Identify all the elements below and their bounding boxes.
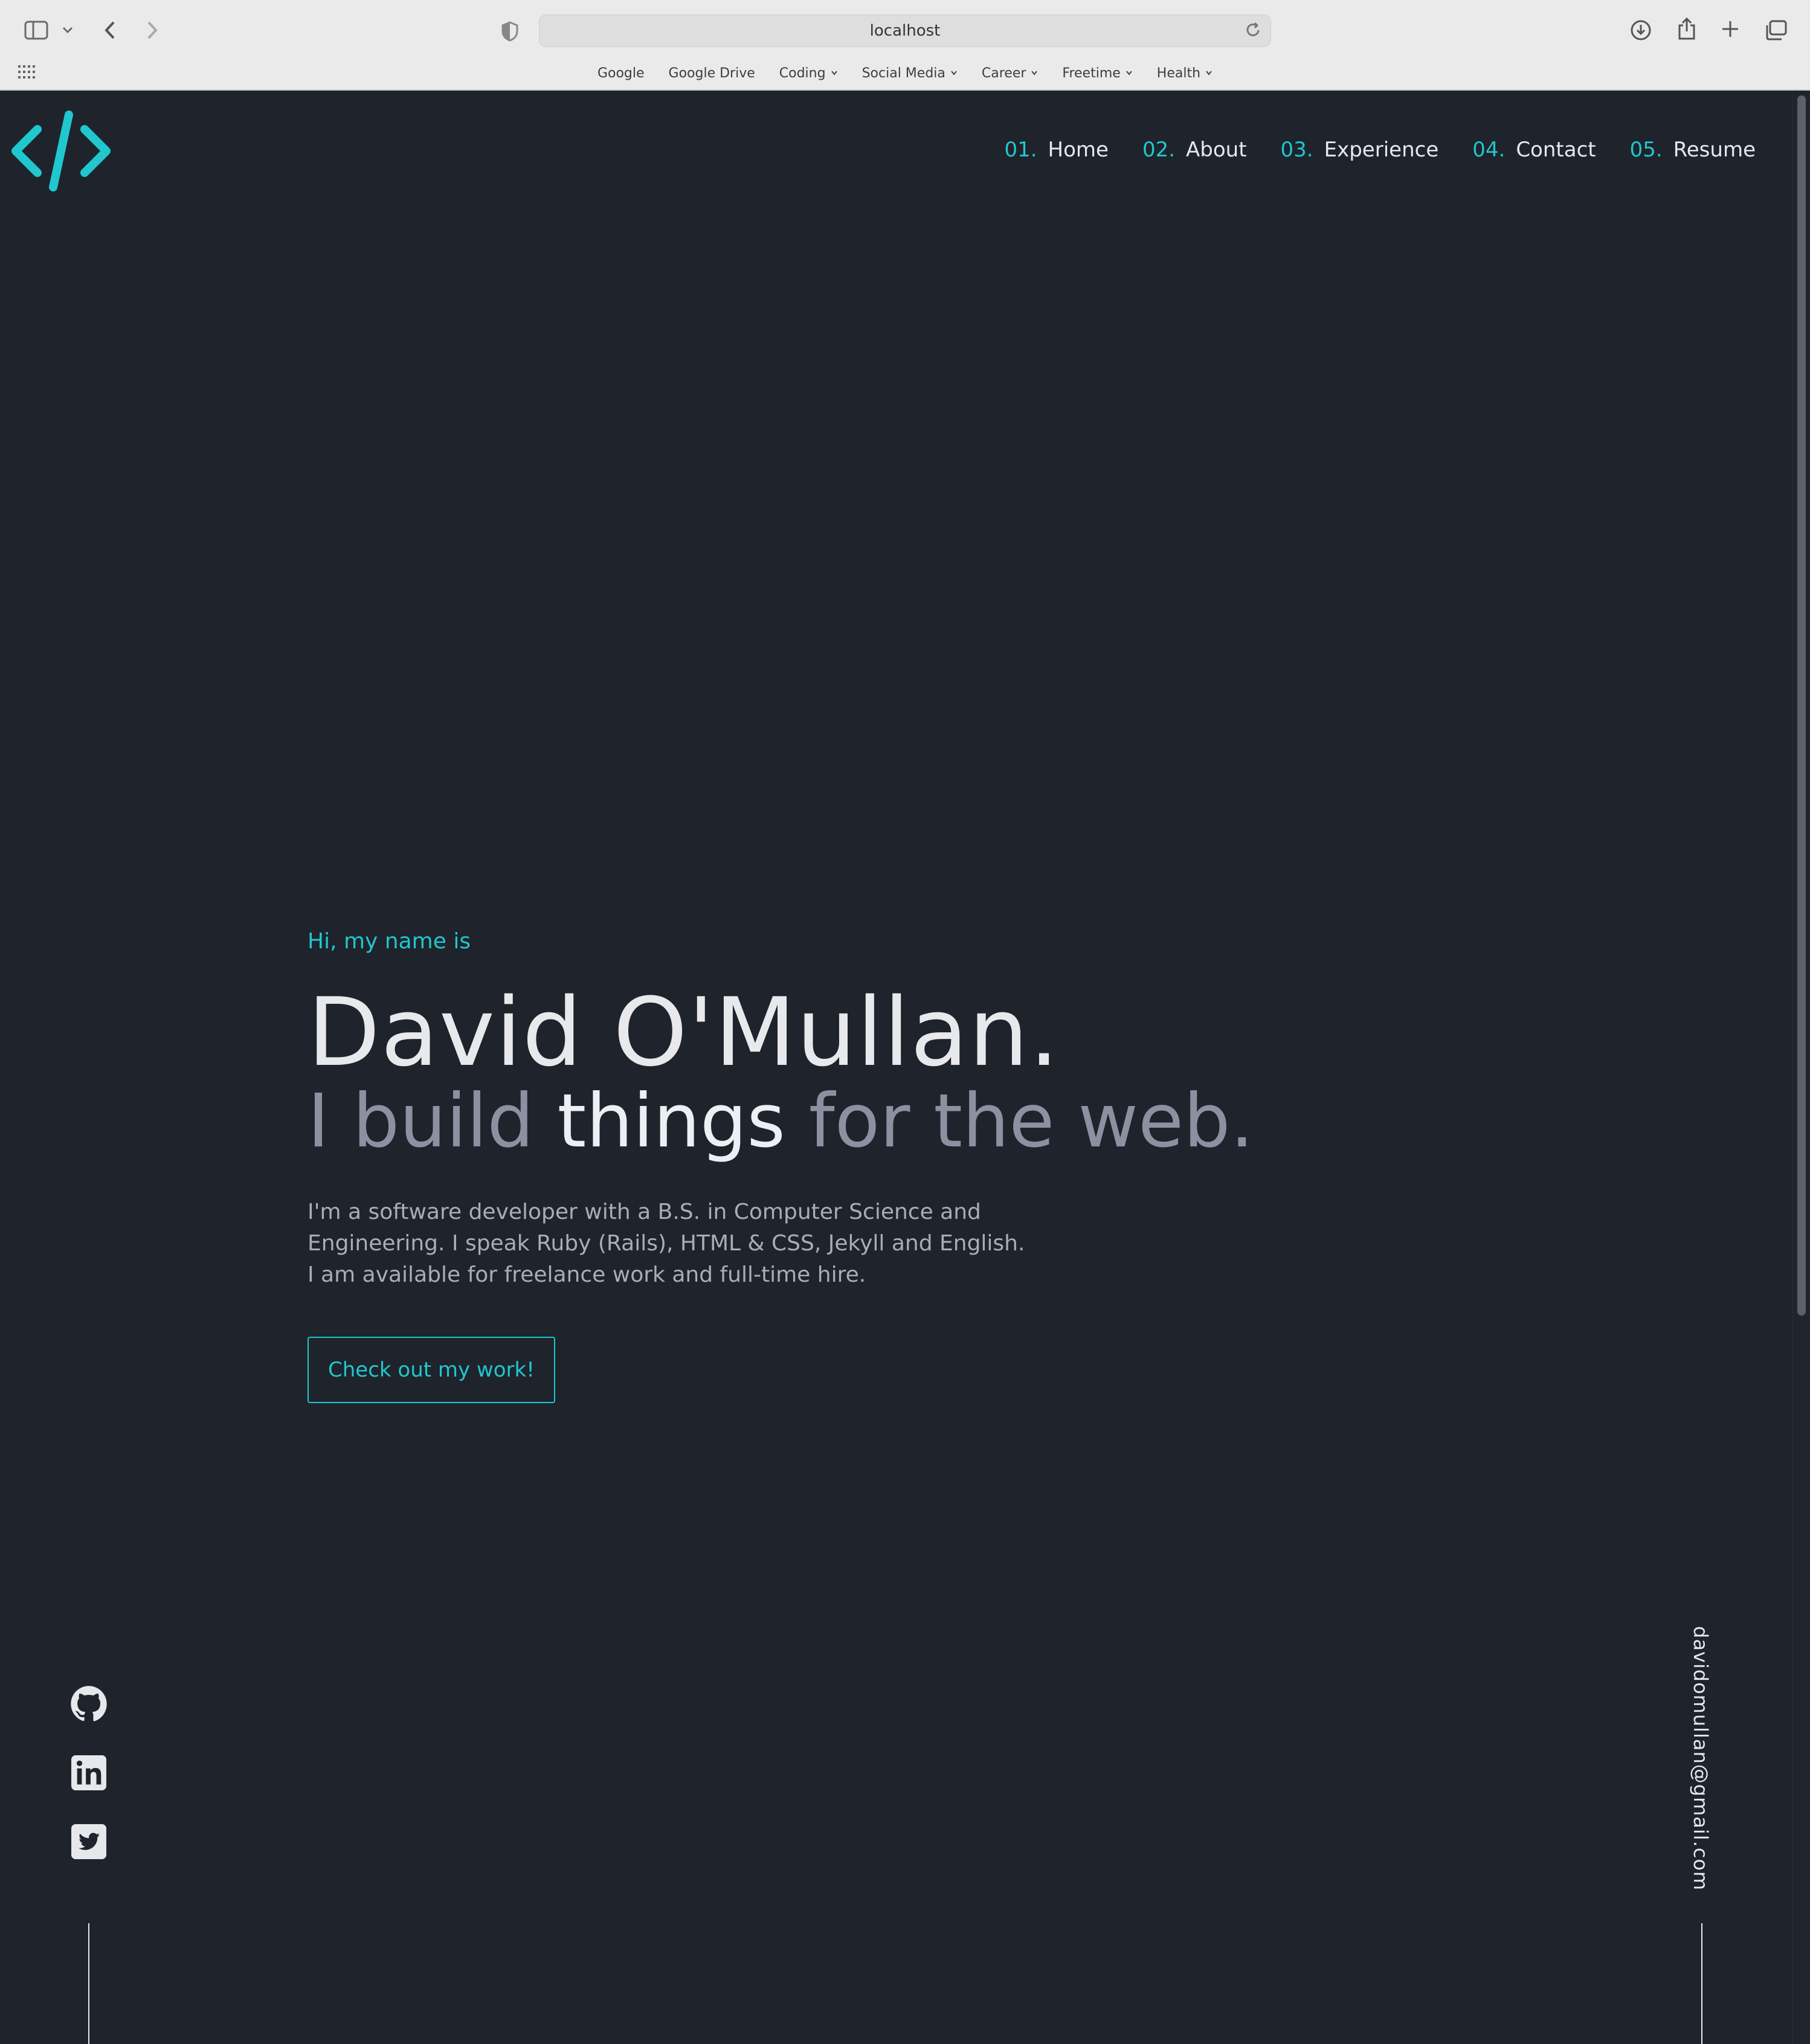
share-icon[interactable] — [1675, 16, 1699, 42]
main-nav: 01. Home 02. About 03. Experience 04. Co… — [1004, 138, 1756, 162]
scrollbar-thumb[interactable] — [1797, 95, 1806, 1316]
twitter-icon[interactable] — [70, 1823, 108, 1860]
chevron-down-icon — [1031, 71, 1038, 76]
bookmark-label: Coding — [779, 65, 826, 81]
bookmark-label: Freetime — [1062, 65, 1121, 81]
chevron-down-icon — [831, 71, 837, 76]
forward-icon[interactable] — [143, 18, 162, 42]
nav-number: 01. — [1004, 138, 1037, 162]
linkedin-icon[interactable] — [70, 1754, 108, 1792]
nav-label: Resume — [1673, 138, 1756, 162]
bookmark-career[interactable]: Career — [982, 66, 1039, 81]
bookmark-social-media[interactable]: Social Media — [862, 66, 958, 81]
sidebar-toggle-icon[interactable] — [23, 18, 50, 42]
hero-tagline: I build things for the web. — [308, 1082, 1637, 1160]
chevron-down-icon — [951, 71, 957, 76]
bookmark-label: Health — [1156, 65, 1201, 81]
tagline-post: for the web. — [785, 1078, 1254, 1164]
nav-about[interactable]: 02. About — [1142, 138, 1247, 162]
bookmark-label: Career — [981, 65, 1026, 81]
bookmark-label: Google Drive — [668, 65, 755, 81]
right-divider-line — [1701, 1923, 1702, 2044]
back-icon[interactable] — [100, 18, 120, 42]
page-content: 01. Home 02. About 03. Experience 04. Co… — [0, 92, 1792, 2044]
check-out-work-button[interactable]: Check out my work! — [308, 1337, 555, 1403]
github-icon[interactable] — [70, 1685, 108, 1723]
bookmark-google-drive[interactable]: Google Drive — [669, 66, 755, 81]
browser-chrome: localhost Google Google Drive Coding Soc… — [0, 0, 1810, 91]
hero-description: I'm a software developer with a B.S. in … — [308, 1200, 1025, 1287]
nav-resume[interactable]: 05. Resume — [1630, 138, 1756, 162]
tab-overview-icon[interactable] — [1764, 18, 1788, 42]
tagline-highlight: things — [557, 1078, 785, 1164]
email-link[interactable]: davidomullan@gmail.com — [1676, 1626, 1712, 1891]
hero-section: Hi, my name is David O'Mullan. I build t… — [308, 929, 1637, 1403]
tagline-pre: I build — [308, 1078, 558, 1164]
hero-name: David O'Mullan. — [308, 977, 1060, 1087]
bookmark-label: Social Media — [862, 65, 945, 81]
bookmarks-bar: Google Google Drive Coding Social Media … — [0, 60, 1810, 86]
new-tab-icon[interactable] — [1719, 18, 1741, 40]
nav-number: 05. — [1629, 138, 1663, 162]
bookmark-google[interactable]: Google — [597, 66, 645, 81]
nav-home[interactable]: 01. Home — [1004, 138, 1108, 162]
chevron-down-icon — [1206, 71, 1212, 76]
hero-intro: Hi, my name is — [308, 929, 471, 954]
bookmark-freetime[interactable]: Freetime — [1062, 66, 1132, 81]
nav-experience[interactable]: 03. Experience — [1281, 138, 1439, 162]
nav-label: Home — [1048, 138, 1109, 162]
nav-number: 02. — [1142, 138, 1176, 162]
download-icon[interactable] — [1629, 18, 1653, 42]
nav-number: 04. — [1472, 138, 1506, 162]
social-links — [70, 1685, 108, 1860]
scrollbar[interactable] — [1792, 92, 1810, 2044]
code-logo-icon[interactable] — [10, 110, 112, 197]
nav-label: Experience — [1324, 138, 1439, 162]
nav-label: Contact — [1516, 138, 1596, 162]
shield-icon[interactable] — [499, 19, 521, 43]
nav-number: 03. — [1280, 138, 1313, 162]
chevron-down-icon[interactable] — [60, 23, 75, 37]
url-text: localhost — [869, 22, 941, 40]
left-divider-line — [88, 1923, 89, 2044]
reload-icon[interactable] — [1244, 21, 1262, 43]
bookmark-health[interactable]: Health — [1157, 66, 1213, 81]
nav-label: About — [1186, 138, 1247, 162]
nav-contact[interactable]: 04. Contact — [1472, 138, 1596, 162]
address-bar[interactable]: localhost — [539, 14, 1271, 47]
chevron-down-icon — [1126, 71, 1132, 76]
bookmark-label: Google — [597, 65, 645, 81]
bookmark-coding[interactable]: Coding — [779, 66, 838, 81]
